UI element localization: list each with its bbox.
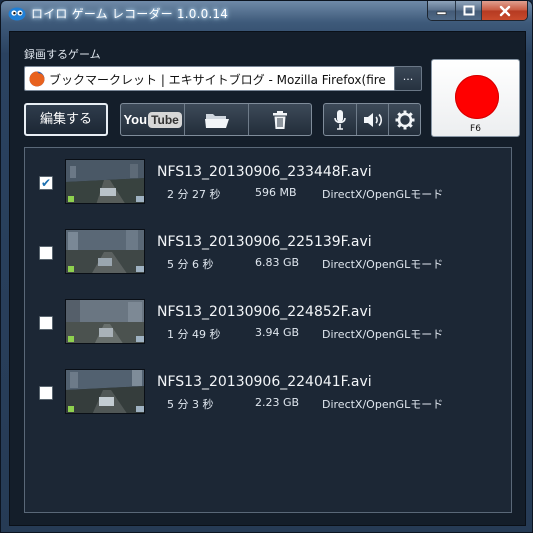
minimize-icon	[436, 11, 446, 15]
recording-filename: NFS13_20130906_225139F.avi	[157, 234, 372, 250]
speaker-icon	[363, 112, 382, 127]
youtube-you-text: You	[123, 112, 148, 127]
recording-size: 6.83 GB	[255, 256, 300, 269]
video-thumbnail	[65, 229, 145, 274]
recording-filename: NFS13_20130906_224041F.avi	[157, 374, 372, 390]
record-button[interactable]: F6	[431, 59, 520, 137]
list-item[interactable]: NFS13_20130906_224852F.avi 1 分 49 秒 3.94…	[25, 288, 511, 358]
browse-game-button[interactable]: ...	[394, 66, 422, 91]
recording-duration: 5 分 3 秒	[167, 398, 214, 411]
microphone-icon	[334, 109, 346, 130]
youtube-upload-button[interactable]: You Tube	[121, 104, 184, 135]
recording-checkbox[interactable]	[39, 246, 53, 260]
checkmark-icon: ✔	[41, 176, 52, 190]
recording-duration: 5 分 6 秒	[167, 258, 214, 271]
recording-mode: DirectX/OpenGLモード	[322, 258, 444, 271]
recording-checkbox[interactable]	[39, 316, 53, 330]
youtube-tube-text: Tube	[148, 111, 182, 128]
app-window: ロイロ ゲーム レコーダー 1.0.0.14 録画するゲーム ブックマークレット…	[0, 0, 533, 533]
roilo-logo-icon	[8, 7, 26, 21]
recording-duration: 1 分 49 秒	[167, 328, 221, 341]
recording-mode: DirectX/OpenGLモード	[322, 188, 444, 201]
list-item[interactable]: NFS13_20130906_224041F.avi 5 分 3 秒 2.23 …	[25, 358, 511, 428]
main-panel: 録画するゲーム ブックマークレット | エキサイトブログ - Mozilla F…	[9, 31, 526, 526]
delete-button[interactable]	[247, 104, 311, 135]
video-thumbnail	[65, 299, 145, 344]
recording-size: 3.94 GB	[255, 326, 300, 339]
maximize-button[interactable]	[455, 1, 481, 20]
recording-size: 2.23 GB	[255, 396, 300, 409]
recording-duration: 2 分 27 秒	[167, 188, 221, 201]
recording-checkbox[interactable]	[39, 386, 53, 400]
gear-icon	[395, 110, 414, 129]
caption-buttons	[427, 1, 528, 21]
list-item[interactable]: NFS13_20130906_225139F.avi 5 分 6 秒 6.83 …	[25, 218, 511, 288]
record-icon	[455, 75, 499, 119]
edit-button[interactable]: 編集する	[24, 103, 108, 136]
recording-mode: DirectX/OpenGLモード	[322, 398, 444, 411]
video-thumbnail	[65, 159, 145, 204]
audio-settings-group	[323, 103, 421, 136]
game-field-value: ブックマークレット | エキサイトブログ - Mozilla Firefox(f…	[49, 73, 386, 87]
firefox-icon	[29, 71, 45, 87]
microphone-toggle-button[interactable]	[324, 104, 356, 135]
close-button[interactable]	[481, 1, 527, 20]
video-thumbnail	[65, 369, 145, 414]
recordings-list[interactable]: ✔ NFS13_20130906_233448F.avi 2 分 27 秒 59…	[24, 147, 512, 513]
window-title: ロイロ ゲーム レコーダー 1.0.0.14	[31, 7, 229, 21]
recording-size: 596 MB	[255, 186, 297, 199]
list-item[interactable]: ✔ NFS13_20130906_233448F.avi 2 分 27 秒 59…	[25, 148, 511, 218]
minimize-button[interactable]	[428, 1, 455, 20]
recording-filename: NFS13_20130906_224852F.avi	[157, 304, 372, 320]
speaker-toggle-button[interactable]	[356, 104, 388, 135]
recording-filename: NFS13_20130906_233448F.avi	[157, 164, 372, 180]
recording-checkbox[interactable]: ✔	[39, 176, 53, 190]
close-icon	[499, 5, 510, 16]
trash-icon	[272, 110, 287, 129]
record-hotkey-label: F6	[470, 124, 481, 134]
open-folder-button[interactable]	[184, 104, 247, 135]
game-label: 録画するゲーム	[24, 48, 101, 61]
recording-mode: DirectX/OpenGLモード	[322, 328, 444, 341]
maximize-icon	[463, 5, 474, 16]
file-actions-group: You Tube	[120, 103, 312, 136]
folder-icon	[204, 113, 229, 128]
settings-button[interactable]	[388, 104, 420, 135]
title-bar[interactable]: ロイロ ゲーム レコーダー 1.0.0.14	[1, 1, 533, 27]
youtube-icon: You Tube	[123, 111, 182, 128]
game-select-field[interactable]: ブックマークレット | エキサイトブログ - Mozilla Firefox(f…	[24, 66, 396, 91]
